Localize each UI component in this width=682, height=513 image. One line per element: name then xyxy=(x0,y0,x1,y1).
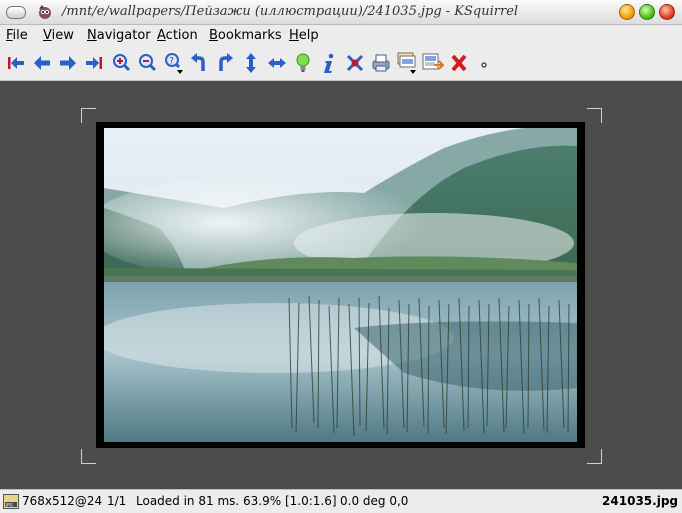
flip-vertical-icon xyxy=(246,53,256,73)
close-viewer-button[interactable] xyxy=(448,51,470,75)
corner-mark xyxy=(81,449,96,464)
flip-vertical-button[interactable] xyxy=(240,51,262,75)
toolbar: ? xyxy=(0,48,682,81)
arrow-left-icon xyxy=(34,56,50,70)
svg-text:?: ? xyxy=(169,57,174,67)
svg-text:JPG: JPG xyxy=(5,502,14,508)
rotate-left-button[interactable] xyxy=(188,51,210,75)
zoom-out-button[interactable] xyxy=(136,51,158,75)
zoom-help-icon: ? xyxy=(165,53,183,74)
zoom-in-icon xyxy=(113,54,131,72)
info-icon xyxy=(324,53,334,73)
close-window-button[interactable] xyxy=(659,4,675,20)
flip-horizontal-icon xyxy=(268,58,286,68)
corner-mark xyxy=(587,108,602,123)
rotate-right-button[interactable] xyxy=(214,51,236,75)
dot-icon xyxy=(481,62,487,68)
landscape-photo xyxy=(104,128,577,442)
load-info: Loaded in 81 ms. 63.9% [1.0:1.6] xyxy=(136,494,337,508)
status-bar: JPG 768x512@24 1/1 Loaded in 81 ms. 63.9… xyxy=(0,489,682,513)
menu-file[interactable]: File xyxy=(6,28,28,43)
first-image-button[interactable] xyxy=(5,51,27,75)
jpg-file-icon: JPG xyxy=(3,494,19,509)
window-title: /mnt/e/wallpapers/Пейзажи (иллюстрации)/… xyxy=(62,4,519,19)
zoom-out-icon xyxy=(139,54,157,72)
menu-action[interactable]: Action xyxy=(157,28,198,43)
last-image-button[interactable] xyxy=(83,51,105,75)
go-last-icon xyxy=(86,57,102,69)
status-filename: 241035.jpg xyxy=(602,494,678,508)
next-image-button[interactable] xyxy=(57,51,79,75)
close-image-button[interactable] xyxy=(344,51,366,75)
rotate-left-icon xyxy=(191,53,205,71)
squirrel-app-icon xyxy=(39,5,51,19)
flip-horizontal-button[interactable] xyxy=(266,51,288,75)
arrow-right-icon xyxy=(60,56,76,70)
go-first-icon xyxy=(8,57,24,69)
image-info-button[interactable] xyxy=(318,51,340,75)
page-indicator: 1/1 xyxy=(107,494,127,508)
window-menu-button[interactable] xyxy=(6,6,26,19)
remove-icon xyxy=(346,54,364,72)
rotation-info: 0.0 deg 0,0 xyxy=(340,494,409,508)
pages-icon xyxy=(397,52,416,74)
red-x-icon xyxy=(451,54,467,72)
corner-mark xyxy=(587,449,602,464)
menu-view[interactable]: View xyxy=(43,28,74,43)
corner-mark xyxy=(81,108,96,123)
image-frame xyxy=(96,122,585,448)
printer-icon xyxy=(372,54,390,72)
minimize-button[interactable] xyxy=(619,4,635,20)
rotate-right-icon xyxy=(219,53,233,71)
zoom-in-button[interactable] xyxy=(110,51,132,75)
zoom-menu-button[interactable]: ? xyxy=(162,51,184,75)
image-viewer[interactable] xyxy=(0,81,682,489)
image-dimensions: 768x512@24 xyxy=(22,494,103,508)
title-bar: /mnt/e/wallpapers/Пейзажи (иллюстрации)/… xyxy=(0,0,682,25)
print-button[interactable] xyxy=(370,51,392,75)
menu-help[interactable]: Help xyxy=(289,28,319,43)
tips-button[interactable] xyxy=(292,51,314,75)
menu-navigator[interactable]: Navigator xyxy=(87,28,151,43)
menu-bar: File View Navigator Action Bookmarks Hel… xyxy=(0,25,682,47)
maximize-button[interactable] xyxy=(639,4,655,20)
send-icon xyxy=(422,53,446,70)
small-indicator-button[interactable] xyxy=(474,51,496,75)
image-pages-button[interactable] xyxy=(396,51,418,75)
previous-image-button[interactable] xyxy=(31,51,53,75)
lightbulb-icon xyxy=(296,53,310,72)
send-button[interactable] xyxy=(422,51,446,75)
menu-bookmarks[interactable]: Bookmarks xyxy=(209,28,282,43)
